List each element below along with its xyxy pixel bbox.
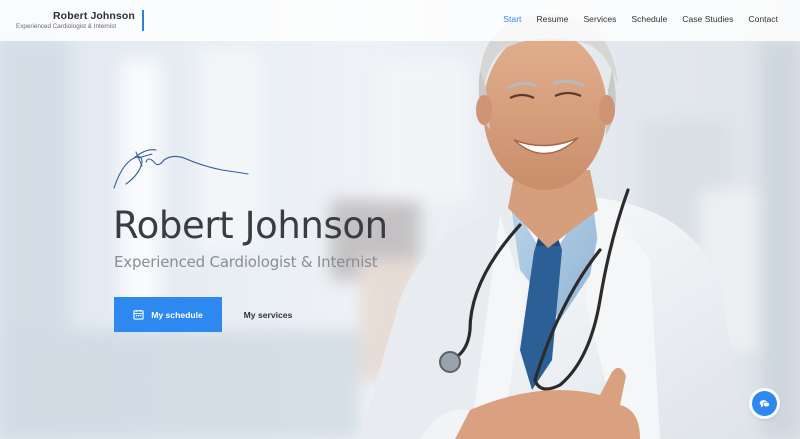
hero-title: Robert Johnson [113, 204, 388, 247]
signature-image [113, 149, 249, 189]
my-services-button[interactable]: My services [228, 297, 308, 332]
nav-link-case-studies[interactable]: Case Studies [682, 14, 733, 24]
nav-link-start[interactable]: Start [503, 14, 521, 24]
my-schedule-button[interactable]: My schedule [114, 297, 222, 332]
chat-button[interactable] [752, 391, 777, 416]
nav-link-schedule[interactable]: Schedule [631, 14, 667, 24]
main-nav: Start Resume Services Schedule Case Stud… [503, 14, 778, 24]
my-schedule-label: My schedule [151, 309, 203, 320]
calendar-icon [133, 309, 144, 320]
hero-subtitle: Experienced Cardiologist & Internist [114, 253, 378, 271]
nav-link-services[interactable]: Services [583, 14, 616, 24]
brand-name[interactable]: Robert Johnson [53, 10, 135, 22]
nav-link-contact[interactable]: Contact [748, 14, 778, 24]
site-header: Robert Johnson Experienced Cardiologist … [0, 0, 800, 41]
brand-tagline: Experienced Cardiologist & Internist [16, 23, 117, 30]
chat-bubbles-icon [759, 399, 770, 409]
brand-divider [142, 10, 144, 31]
nav-link-resume[interactable]: Resume [536, 14, 568, 24]
